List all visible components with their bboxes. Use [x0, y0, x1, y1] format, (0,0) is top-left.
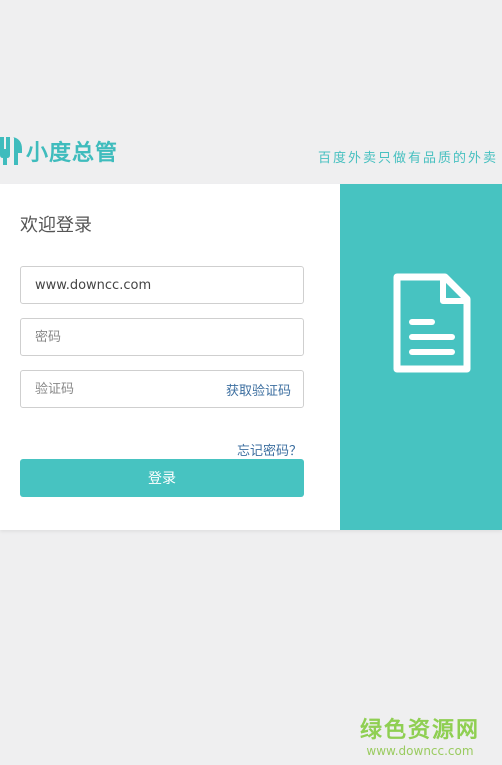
forgot-password-link[interactable]: 忘记密码？: [237, 440, 302, 459]
captcha-input[interactable]: [21, 371, 226, 407]
captcha-field[interactable]: 获取验证码: [20, 370, 304, 408]
login-page: 小度总管 百度外卖只做有品质的外卖 欢迎登录 获取验证码 忘记密码？ 登录: [0, 0, 502, 765]
document-icon: [393, 273, 471, 373]
logo-text: 小度总管: [26, 141, 119, 166]
login-card: 欢迎登录 获取验证码 忘记密码？ 登录: [0, 184, 502, 530]
password-input[interactable]: [21, 319, 303, 355]
watermark-title: 绿色资源网: [359, 718, 480, 743]
slogan: 百度外卖只做有品质的外卖: [317, 151, 498, 166]
username-field[interactable]: [20, 266, 304, 304]
login-title: 欢迎登录: [20, 215, 92, 236]
watermark-url: www.downcc.com: [366, 744, 474, 758]
fork-knife-icon: [0, 137, 22, 165]
login-button[interactable]: 登录: [20, 459, 304, 497]
watermark: 绿色资源网 www.downcc.com: [360, 712, 480, 758]
username-input[interactable]: [21, 267, 303, 303]
login-form: 欢迎登录 获取验证码 忘记密码？ 登录: [0, 184, 340, 530]
password-field[interactable]: [20, 318, 304, 356]
get-code-link[interactable]: 获取验证码: [226, 380, 303, 399]
brand-logo: 小度总管: [0, 134, 118, 168]
side-panel: [340, 184, 502, 530]
